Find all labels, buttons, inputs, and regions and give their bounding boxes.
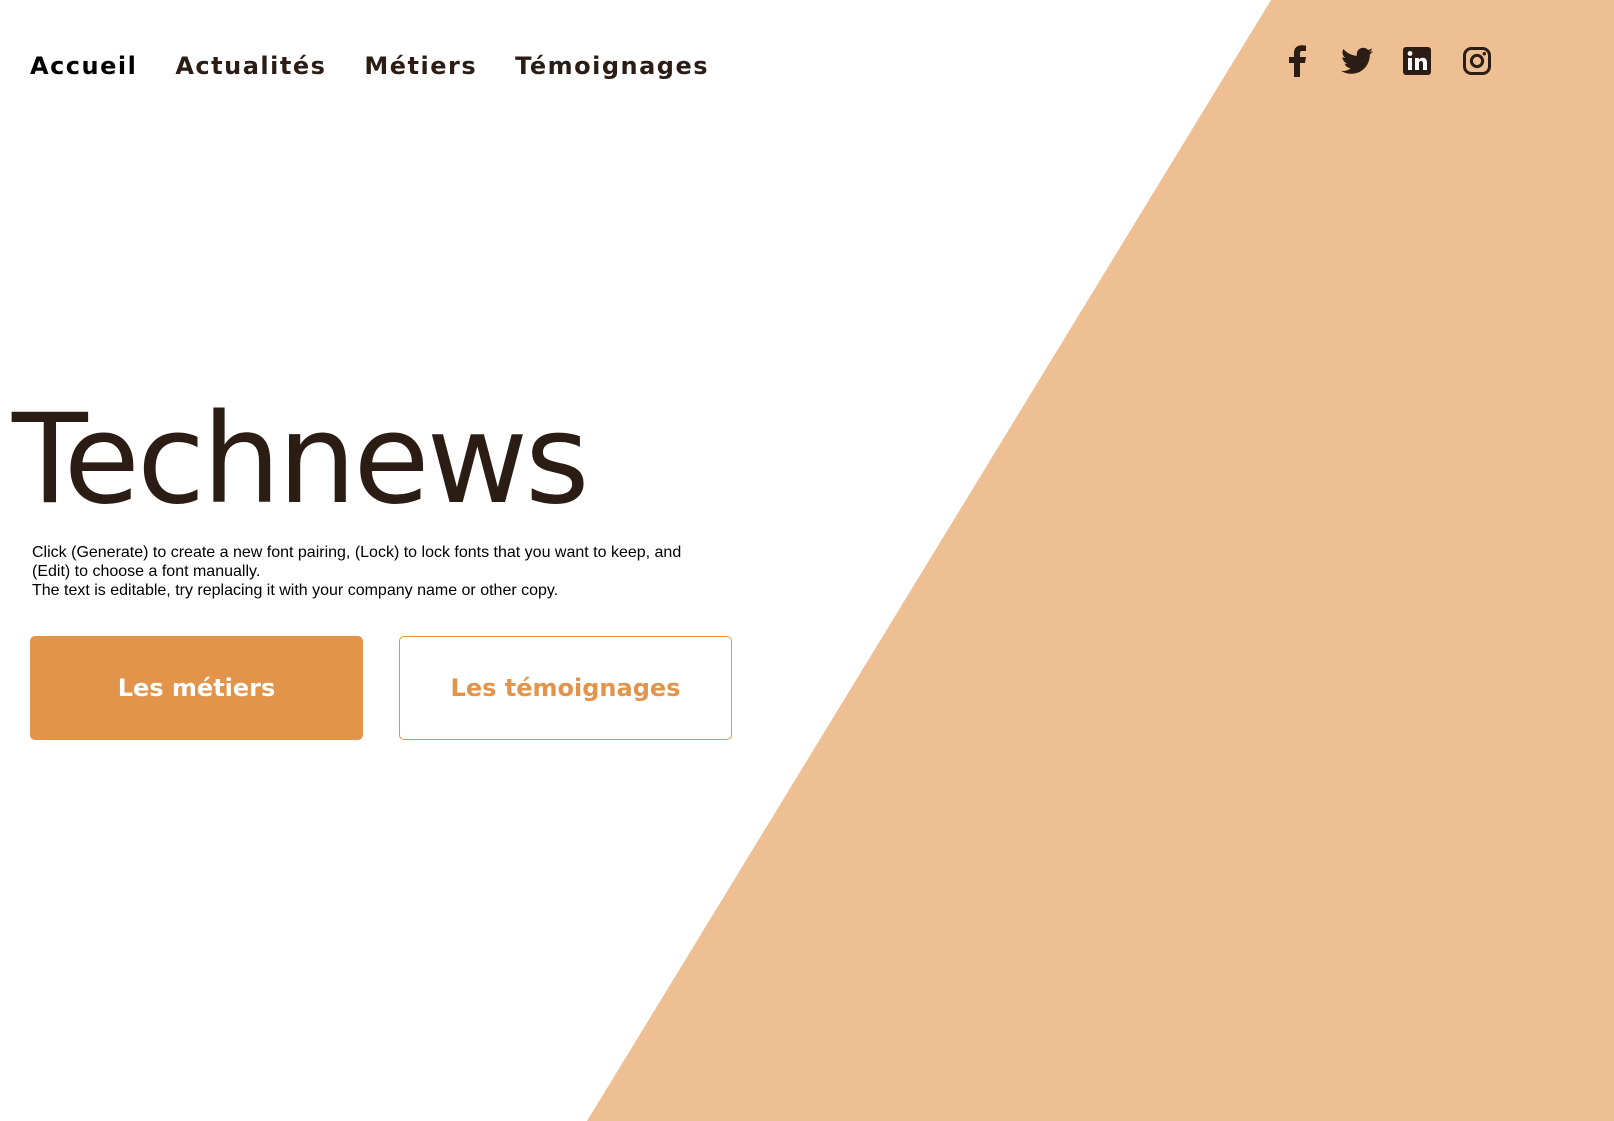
linkedin-icon[interactable] (1400, 44, 1434, 78)
nav-item-accueil[interactable]: Accueil (30, 52, 137, 80)
les-temoignages-button[interactable]: Les témoignages (399, 636, 732, 740)
nav-item-actualites[interactable]: Actualités (175, 52, 326, 80)
accent-triangle (587, 0, 1614, 1121)
twitter-icon[interactable] (1340, 44, 1374, 78)
instagram-icon[interactable] (1460, 44, 1494, 78)
facebook-icon[interactable] (1280, 44, 1314, 78)
nav-item-temoignages[interactable]: Témoignages (515, 52, 709, 80)
main-navigation: Accueil Actualités Métiers Témoignages (30, 52, 709, 80)
hero-description: Click (Generate) to create a new font pa… (32, 543, 692, 600)
hero-description-line: Click (Generate) to create a new font pa… (32, 544, 682, 580)
social-links (1280, 44, 1494, 78)
landing-page: Accueil Actualités Métiers Témoignages T… (0, 0, 1614, 1121)
nav-item-metiers[interactable]: Métiers (364, 52, 477, 80)
les-metiers-button[interactable]: Les métiers (30, 636, 363, 740)
hero-description-line: The text is editable, try replacing it w… (32, 582, 559, 599)
hero-title: Technews (12, 388, 590, 532)
